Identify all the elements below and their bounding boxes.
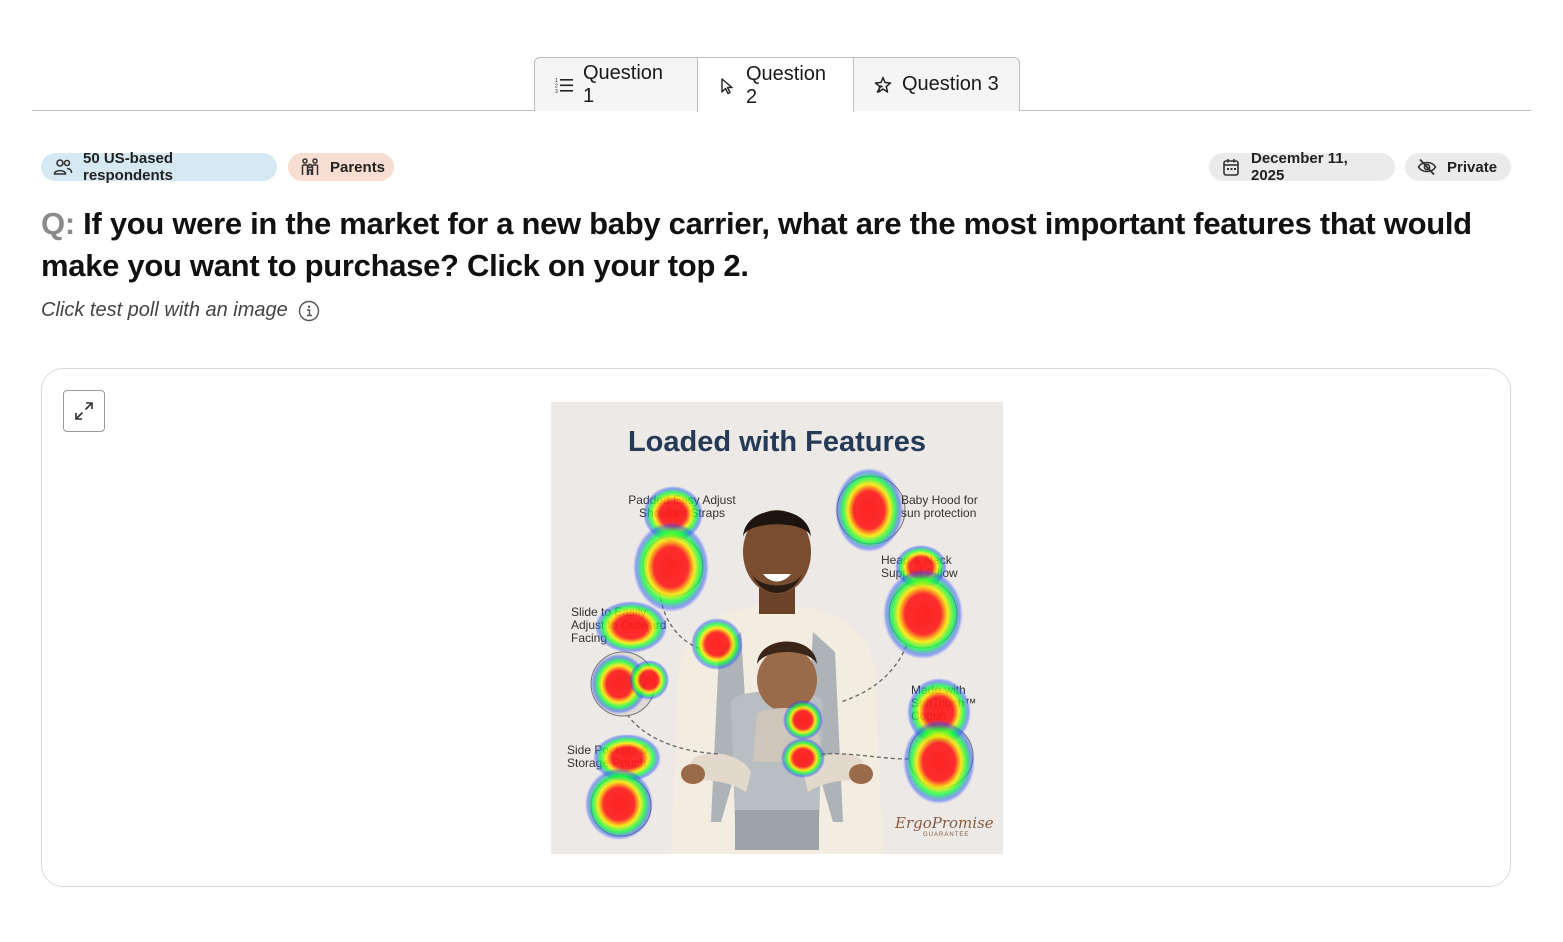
feature-label-straps: Padded Easy Adjust Shoulder Straps (628, 493, 736, 520)
brand-logo: ErgoPromise (895, 814, 994, 832)
feature-label-slide: Slide to Easily Adjust to Outward Facing (571, 605, 667, 645)
family-icon (301, 158, 319, 175)
poll-type-label: Click test poll with an image (41, 299, 288, 321)
feature-label-pillow: Head & Neck Support Pillow (881, 553, 958, 580)
question-text: Q: If you were in the market for a new b… (41, 203, 1511, 287)
heatmap-card: Loaded with Features Padded Easy Adjust … (41, 368, 1511, 887)
question-prefix: Q: (41, 206, 75, 241)
respondents-label: 50 US-based respondents (83, 150, 174, 184)
expand-icon (75, 402, 93, 420)
feature-label-pockets: Side Pockets & Storage Pouch (567, 743, 649, 770)
tab-question-2[interactable]: Question 2 (697, 57, 854, 112)
eye-off-icon (1417, 158, 1437, 176)
info-icon[interactable] (298, 300, 320, 322)
tab-question-1[interactable]: 1 2 3 Question 1 (534, 57, 698, 111)
expand-button[interactable] (63, 390, 105, 432)
star-cursor-icon (874, 76, 892, 93)
visibility-badge: Private (1405, 153, 1511, 181)
audience-badge: Parents (288, 153, 394, 181)
users-icon (53, 159, 73, 175)
question-body: If you were in the market for a new baby… (41, 206, 1472, 283)
poll-type-subtitle: Click test poll with an image (41, 299, 320, 322)
image-title: Loaded with Features (627, 426, 927, 458)
audience-label: Parents (330, 158, 386, 176)
numbered-list-icon: 1 2 3 (555, 78, 573, 94)
feature-label-cotton: Made with SoftTouch™ Cotton (911, 683, 977, 723)
svg-text:3: 3 (555, 89, 558, 94)
brand-sub: GUARANTEE (923, 832, 970, 838)
tab-question-3[interactable]: Question 3 (853, 57, 1020, 111)
date-label: December 11, 2025 (1251, 150, 1348, 184)
calendar-icon (1223, 159, 1239, 176)
visibility-label: Private (1447, 158, 1498, 176)
cursor-pointer-icon (721, 78, 733, 95)
date-badge: December 11, 2025 (1209, 150, 1395, 184)
feature-label-hood: Baby Hood for sun protection (901, 493, 978, 520)
poll-image: Loaded with Features Padded Easy Adjust … (551, 402, 1003, 854)
question-tabs: 1 2 3 Question 1 Question 2 Question 3 (534, 57, 1020, 112)
respondents-badge: 50 US-based respondents (41, 150, 277, 184)
tab-label: Question 3 (902, 73, 999, 95)
tab-label: Question 1 (583, 61, 664, 107)
tab-label: Question 2 (746, 63, 827, 108)
